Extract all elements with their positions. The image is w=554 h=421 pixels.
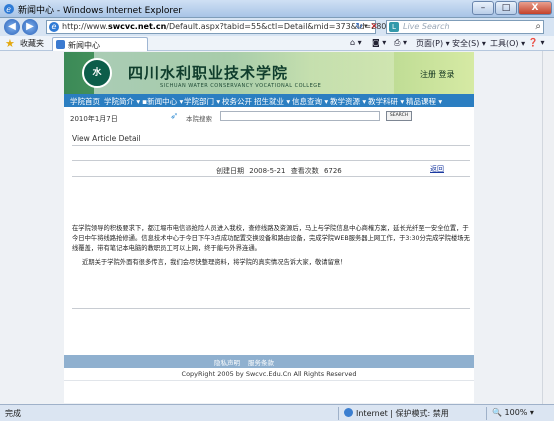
privacy-link[interactable]: 隐私声明 <box>214 357 240 367</box>
back-link[interactable]: 返回 <box>430 164 444 174</box>
title-bar: e 新闻中心 - Windows Internet Explorer – □ X <box>0 0 554 18</box>
search-placeholder: Live Search <box>403 22 450 31</box>
ie-icon: e <box>4 4 14 14</box>
separator <box>486 407 487 420</box>
security-zone[interactable]: Internet | 保护模式: 禁用 <box>344 408 449 419</box>
main-menu: 学院首页 学院简介 ▾ ▪新闻中心 ▾ 学院部门 ▾ 校务公开 招生就业 ▾ 信… <box>64 94 474 107</box>
created-date-label: 创建日期 <box>216 167 244 175</box>
site-search-input[interactable] <box>220 111 380 121</box>
minimize-button[interactable]: – <box>472 1 494 15</box>
tab-page-icon <box>56 40 65 49</box>
divider <box>72 160 470 161</box>
zoom-value: 100% <box>504 408 528 417</box>
maximize-button[interactable]: □ <box>495 1 517 15</box>
address-toolbar: ◀ ▶ e http://www.swcvc.net.cn/Default.as… <box>0 18 554 36</box>
menu-item-resources[interactable]: 教学资源 ▾ <box>330 96 366 107</box>
refresh-icon[interactable]: ↻ <box>353 21 365 33</box>
close-button[interactable]: X <box>518 1 552 15</box>
page-icon: e <box>49 22 59 32</box>
site-search-label: 本院搜索 <box>186 115 212 123</box>
menu-item-news[interactable]: ▪新闻中心 ▾ <box>142 96 183 107</box>
menu-item-courses[interactable]: 精品课程 ▾ <box>406 96 442 107</box>
article-heading: View Article Detail <box>72 134 141 143</box>
article-paragraph: 近期关于学院外面有很多传言，我们会尽快整理资料，将学院的真实情况告诉大家，敬请留… <box>82 259 347 266</box>
menu-item-about[interactable]: 学院简介 ▾ <box>104 96 140 107</box>
tab-title: 新闻中心 <box>68 41 100 50</box>
search-field[interactable]: L Live Search ⌕ <box>386 20 544 34</box>
web-page: 水 四川水利职业技术学院 SICHUAN WATER CONSERVANCY V… <box>64 52 474 403</box>
globe-icon <box>344 408 353 417</box>
window-controls: – □ X <box>472 1 552 15</box>
page-menu[interactable]: 页面(P) ▾ <box>416 38 450 49</box>
menu-item-home[interactable]: 学院首页 <box>70 96 100 107</box>
article-meta: 创建日期 2008-5-21 查看次数 6726 <box>216 166 345 176</box>
menu-item-query[interactable]: 信息查询 ▾ <box>292 96 328 107</box>
site-banner: 水 四川水利职业技术学院 SICHUAN WATER CONSERVANCY V… <box>64 52 474 94</box>
status-text: 完成 <box>5 409 21 418</box>
safety-menu[interactable]: 安全(S) ▾ <box>452 38 486 49</box>
copyright-text: CopyRight 2005 by Swcvc.Edu.Cn All Right… <box>181 370 357 378</box>
favorites-star-icon[interactable]: ★ <box>5 37 15 50</box>
divider <box>72 308 470 309</box>
favorites-bar: ★ 收藏夹 新闻中心 ⌂ ▾ ◙ ▾ ⎙ ▾ 页面(P) ▾ 安全(S) ▾ 工… <box>0 36 554 51</box>
site-search-button[interactable]: SEARCH <box>386 111 412 121</box>
home-icon[interactable]: ⌂ ▾ <box>350 38 362 47</box>
forward-arrow-icon[interactable]: ▶ <box>22 19 38 35</box>
created-date-value: 2008-5-21 <box>249 167 286 175</box>
article-paragraph: 在学院领导的积极要求下，都江堰市电信派抢险人员进入我校，查修线路及资源后，马上与… <box>72 225 470 252</box>
current-date: 2010年1月7日 <box>70 115 118 123</box>
site-title-en: SICHUAN WATER CONSERVANCY VOCATIONAL COL… <box>160 83 322 89</box>
back-arrow-icon[interactable]: ◀ <box>4 19 20 35</box>
menu-item-affairs[interactable]: 校务公开 <box>222 96 252 107</box>
tools-menu[interactable]: 工具(O) ▾ <box>490 38 525 49</box>
divider <box>72 176 470 177</box>
zoom-level[interactable]: 🔍 100% ▾ <box>492 408 534 417</box>
status-bar: 完成 Internet | 保护模式: 禁用 🔍 100% ▾ <box>0 404 554 421</box>
help-menu[interactable]: ❓ ▾ <box>528 38 545 47</box>
register-login-link[interactable]: 注册 登录 <box>420 69 455 80</box>
menu-item-departments[interactable]: 学院部门 ▾ <box>184 96 220 107</box>
security-zone-text: Internet | 保护模式: 禁用 <box>356 409 449 418</box>
svg-text:e: e <box>6 5 11 14</box>
college-logo[interactable]: 水 <box>82 58 112 88</box>
tab-news-center[interactable]: 新闻中心 <box>52 37 148 51</box>
page-bottom <box>64 380 474 403</box>
views-value: 6726 <box>323 167 342 175</box>
footer-bar: 隐私声明 服务条款 <box>64 355 474 368</box>
views-label: 查看次数 <box>290 167 319 175</box>
search-arrow-icon: ➶ <box>170 111 179 122</box>
menu-item-research[interactable]: 教学科研 ▾ <box>368 96 404 107</box>
menu-item-admissions[interactable]: 招生就业 ▾ <box>254 96 290 107</box>
print-icon[interactable]: ⎙ ▾ <box>394 38 407 48</box>
site-title-cn: 四川水利职业技术学院 <box>128 64 289 82</box>
stop-icon[interactable]: ✕ <box>368 21 380 33</box>
address-field[interactable]: e http://www.swcvc.net.cn/Default.aspx?t… <box>46 20 386 34</box>
feeds-icon[interactable]: ◙ ▾ <box>372 38 386 47</box>
window-title: 新闻中心 - Windows Internet Explorer <box>18 6 183 16</box>
separator <box>338 407 339 420</box>
favorites-label[interactable]: 收藏夹 <box>20 38 44 49</box>
url-text: http://www.swcvc.net.cn/Default.aspx?tab… <box>62 22 387 31</box>
terms-link[interactable]: 服务条款 <box>248 357 274 367</box>
vertical-scrollbar[interactable] <box>542 51 554 404</box>
magnifier-icon[interactable]: ⌕ <box>535 21 541 32</box>
divider <box>72 145 470 146</box>
live-search-icon: L <box>389 22 399 32</box>
